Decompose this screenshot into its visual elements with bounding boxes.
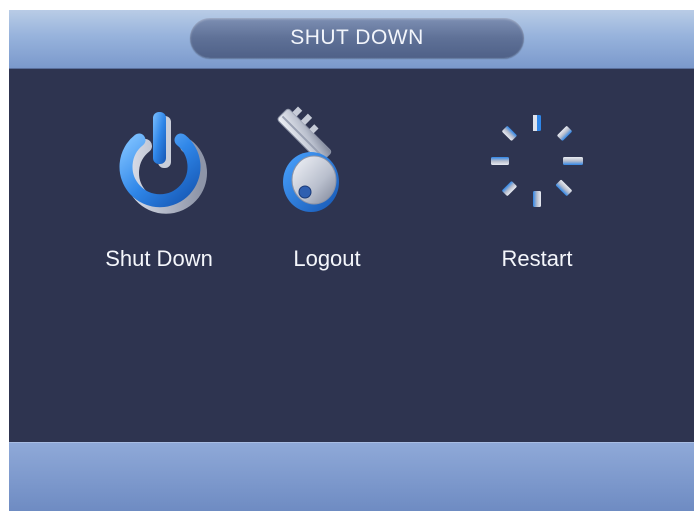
restart-button[interactable]: Restart (457, 106, 617, 286)
key-icon (277, 106, 339, 212)
dialog-title: SHUT DOWN (290, 26, 424, 49)
title-pill: SHUT DOWN (190, 18, 524, 58)
shutdown-dialog: SHUT DOWN Shut Down Logout Restart (9, 10, 694, 511)
restart-label: Restart (501, 246, 573, 271)
title-bar: SHUT DOWN (9, 10, 694, 69)
shutdown-button[interactable]: Shut Down (79, 106, 239, 286)
logout-button[interactable]: Logout (247, 106, 407, 286)
shutdown-label: Shut Down (105, 246, 213, 271)
restart-spinner-icon (491, 115, 583, 207)
logout-label: Logout (293, 246, 361, 271)
power-icon (119, 112, 207, 214)
footer-bar (9, 442, 694, 511)
